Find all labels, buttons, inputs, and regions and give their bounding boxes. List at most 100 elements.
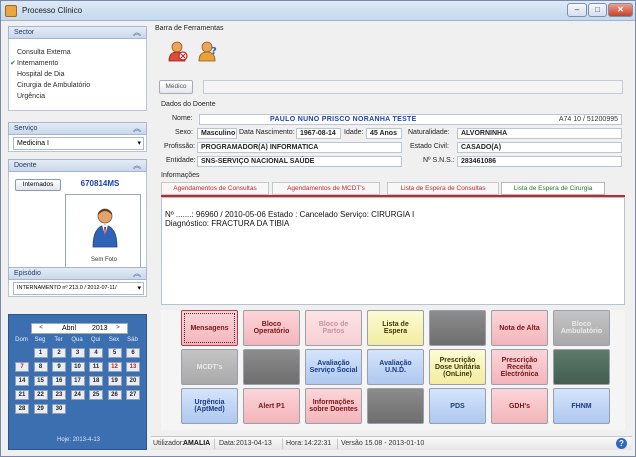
calendar-day[interactable]: 11 [89,362,103,372]
patient-id: A74 10 / 51200995 [558,116,618,123]
calendar-day[interactable]: 24 [70,390,85,400]
module-button-avalia-o-u-n-d[interactable]: Avaliação U.N.D. [367,349,424,385]
calendar-day[interactable]: 10 [70,362,85,372]
collapse-icon[interactable]: ︽ [133,27,141,39]
calendar-day[interactable]: 26 [107,390,122,400]
calendar-day[interactable]: 28 [15,404,29,414]
module-button-nota-de-alta[interactable]: Nota de Alta [491,310,548,346]
module-button-gdh-s[interactable]: GDH's [491,388,548,424]
informacoes-label: Informações [161,172,200,179]
calendar-day[interactable]: 29 [33,404,48,414]
calendar-day[interactable]: 8 [33,362,48,372]
module-button-bloco-operat-rio[interactable]: Bloco Operatório [243,310,300,346]
minimize-button[interactable]: – [567,3,587,17]
diagnosis: Diagnóstico: FRACTURA DA TIBIA [165,219,290,228]
doente-header[interactable]: Doente ︽ [8,159,147,172]
episodio-select[interactable]: INTERNAMENTO nº 213.0 / 2012-07-11/ ▾ [13,282,144,295]
collapse-icon[interactable]: ︽ [133,268,141,280]
module-button-prescri-o-dose-unit-ria-online[interactable]: Prescrição Dose Unitária (OnLine) [429,349,486,385]
servico-select[interactable]: Medicina I ▾ [13,137,144,150]
calendar-today: Hoje: 2013-4-13 [56,437,101,443]
user-label: Utilizador: [153,440,185,447]
calendar-day[interactable]: 2 [52,348,66,358]
calendar-day[interactable]: 6 [126,348,140,358]
calendar-day[interactable]: 9 [52,362,66,372]
sector-item-consulta-externa[interactable]: Consulta Externa [17,49,71,56]
next-month-icon[interactable]: > [111,324,125,333]
main-panel: Barra de Ferramentas ? Médico Dados do D… [151,23,632,455]
calendar-day[interactable]: 30 [52,404,66,414]
calendar-day-name: Sáb [127,337,138,343]
calendar-day[interactable]: 20 [126,376,140,386]
collapse-icon[interactable]: ︽ [133,160,141,172]
servico-header[interactable]: Serviço ︽ [8,122,147,135]
calendar-day[interactable]: 4 [89,348,103,358]
module-button-mensagens[interactable]: Mensagens [181,310,238,346]
clear-patient-icon[interactable] [167,39,189,63]
calendar-day[interactable]: 27 [126,390,140,400]
sector-item-cirurgia-ambulatorio[interactable]: Cirurgia de Ambulatório [17,82,90,89]
calendar-day[interactable]: 14 [15,376,29,386]
maximize-button[interactable]: □ [588,3,607,17]
calendar-day-name: Ter [54,337,63,343]
module-button-bloco-de-partos[interactable]: Bloco de Partos [305,310,362,346]
sns-label: Nº S.N.S.: [423,157,455,164]
calendar-day[interactable]: 25 [89,390,103,400]
sector-item-hospital-de-dia[interactable]: Hospital de Dia [17,71,64,78]
calendar-day[interactable]: 13 [126,362,140,372]
module-button-pds[interactable]: PDS [429,388,486,424]
calendar-day[interactable]: 21 [15,390,29,400]
calendar-day[interactable]: 19 [107,376,122,386]
calendar-day[interactable]: 7 [15,362,29,372]
doente-title: Doente [14,162,37,169]
module-button-avalia-o-servi-o-social[interactable]: Avaliação Serviço Social [305,349,362,385]
calendar-day[interactable]: 15 [33,376,48,386]
sector-item-urgencia[interactable]: Urgência [17,93,45,100]
calendar-day[interactable]: 18 [89,376,103,386]
tab-lista-espera-consultas[interactable]: Lista de Espera de Consultas [387,182,499,195]
sector-list: Consulta Externa Internamento Hospital d… [8,39,147,111]
medico-button[interactable]: Médico [159,80,193,94]
calendar-day[interactable]: 17 [70,376,85,386]
tab-agendamentos-mcdts[interactable]: Agendamentos de MCDT's [272,182,380,195]
sector-header[interactable]: Sector ︽ [8,26,147,39]
dropdown-arrow-icon[interactable]: ▾ [137,283,141,294]
main-window: Processo Clínico – □ ✕ Sector ︽ Consulta… [0,0,636,457]
module-button-bloco-ambulat-rio[interactable]: Bloco Ambulatório [553,310,610,346]
calendar-day[interactable]: 3 [70,348,85,358]
sector-title: Sector [14,29,35,36]
module-button-fhnm[interactable]: FHNM [553,388,610,424]
module-button-grid: Mensagens Bloco Operatório Bloco de Partos… [161,310,625,430]
calendar-day[interactable]: 22 [33,390,48,400]
tab-agendamentos-consultas[interactable]: Agendamentos de Consultas [161,182,269,195]
medico-field[interactable] [203,80,623,94]
module-button-mcdt-s[interactable]: MCDT's [181,349,238,385]
tab-lista-espera-cirurgia[interactable]: Lista de Espera de Cirurgia [501,182,605,195]
version: Versão 15.08 - 2013-01-10 [341,440,425,447]
module-button-informa-es-sobre-doentes[interactable]: Informações sobre Doentes [305,388,362,424]
calendar-day[interactable]: 5 [107,348,122,358]
module-button-alert-p1[interactable]: Alert P1 [243,388,300,424]
svg-text:?: ? [211,46,217,57]
sector-item-internamento[interactable]: Internamento [10,59,58,67]
calendar: < Abril 2013 > Dom Seg Ter Qua Qui Sex Sáb 123… [8,314,147,450]
help-icon[interactable]: ? [616,438,627,449]
episodio-header[interactable]: Episódio ︽ [8,267,147,280]
internados-button[interactable]: Internados [15,179,61,191]
calendar-month-bar: < Abril 2013 > [31,323,128,334]
module-button-urg-ncia-aptmed[interactable]: Urgência (AptMed) [181,388,238,424]
dropdown-arrow-icon[interactable]: ▾ [137,138,141,149]
entidade-field: SNS-SERVIÇO NACIONAL SAÚDE [197,156,402,167]
search-patient-icon[interactable]: ? [197,39,219,63]
calendar-day[interactable]: 23 [52,390,66,400]
collapse-icon[interactable]: ︽ [133,123,141,135]
idade-label: Idade: [344,129,364,136]
calendar-day[interactable]: 1 [33,348,48,358]
prev-month-icon[interactable]: < [34,324,48,333]
calendar-day[interactable]: 12 [107,362,122,372]
title-bar: Processo Clínico – □ ✕ [1,1,635,21]
calendar-day[interactable]: 16 [52,376,66,386]
close-button[interactable]: ✕ [608,3,633,17]
module-button-lista-de-espera[interactable]: Lista de Espera [367,310,424,346]
module-button-prescri-o-receita-electr-nica[interactable]: Prescrição Receita Electrónica [491,349,548,385]
